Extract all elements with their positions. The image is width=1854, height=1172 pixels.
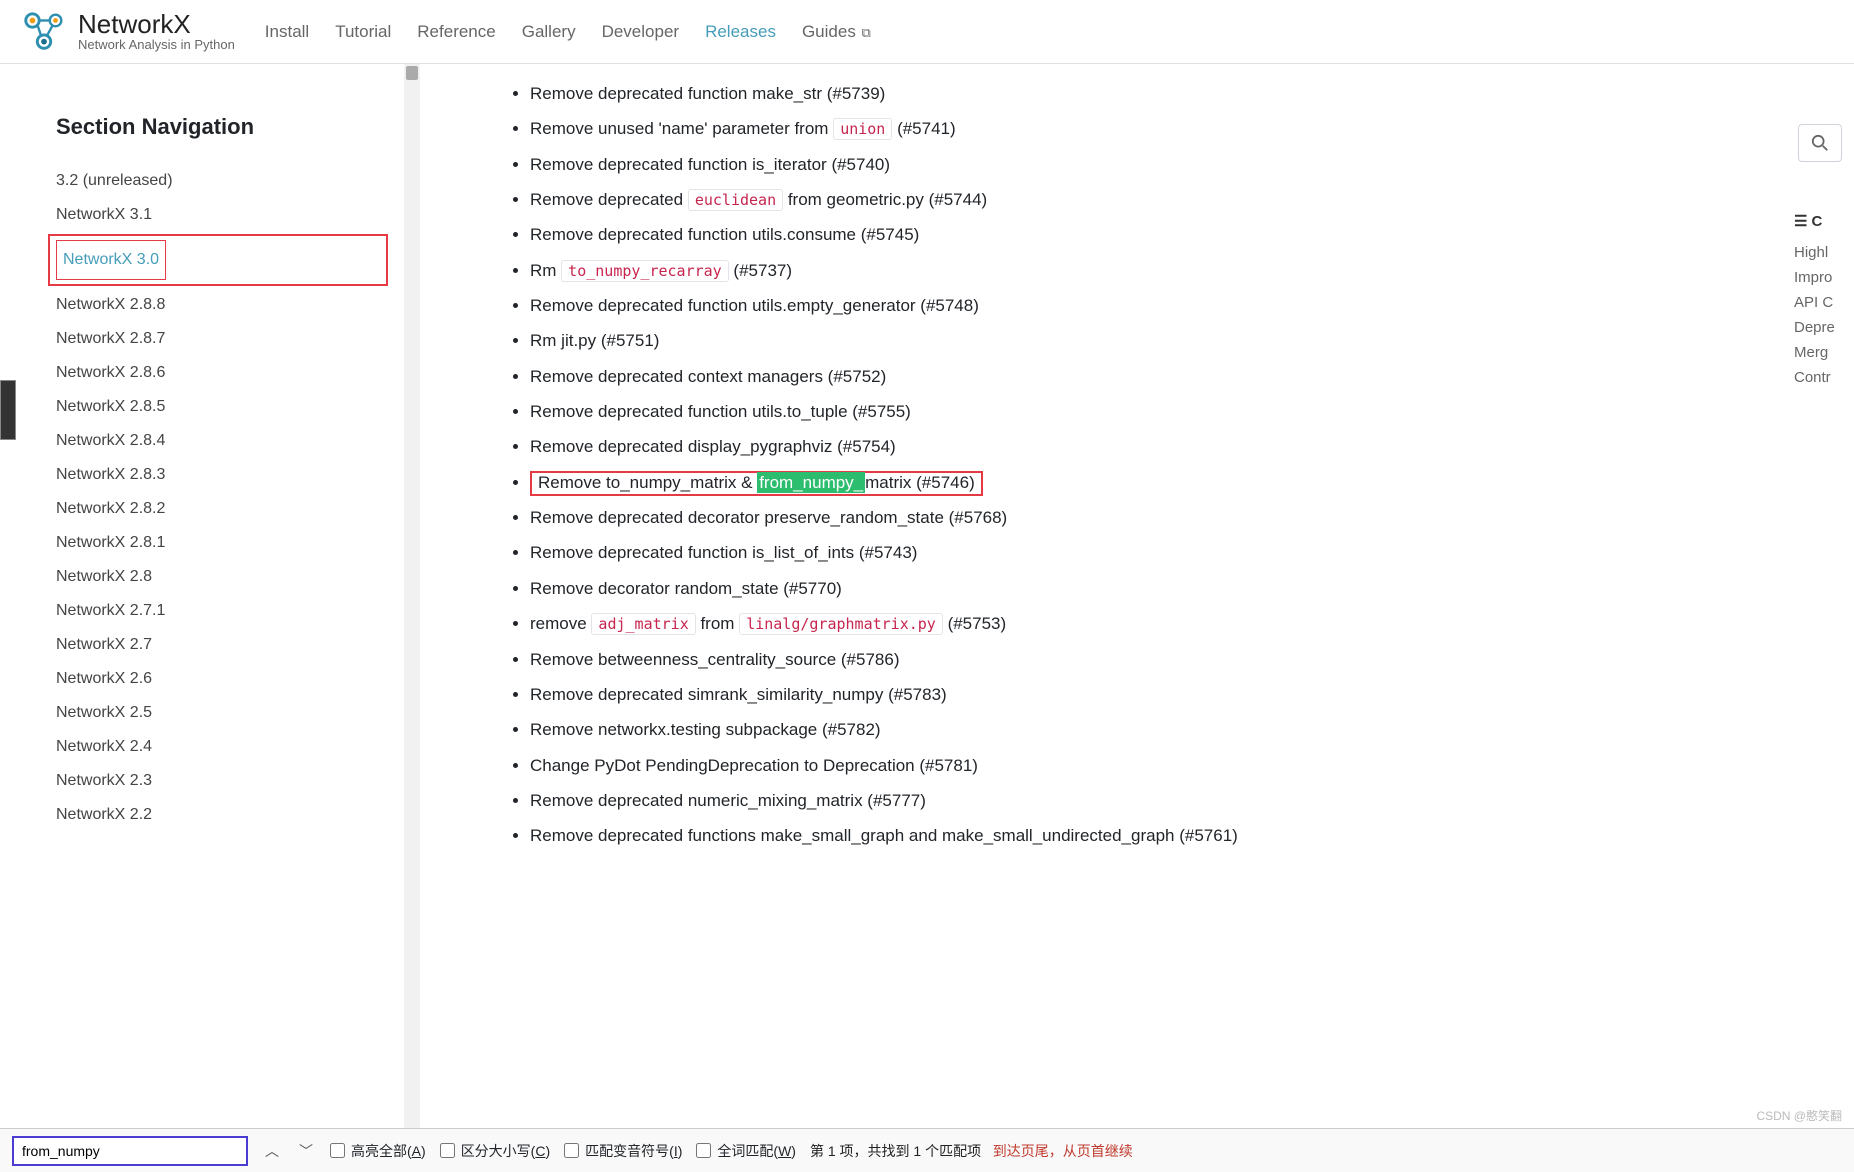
sidebar-item[interactable]: NetworkX 3.0 xyxy=(63,243,159,277)
nav-tutorial[interactable]: Tutorial xyxy=(335,22,391,42)
find-input[interactable] xyxy=(12,1136,248,1166)
release-note-item: Remove deprecated function make_str (#57… xyxy=(530,81,1750,107)
header: NetworkX Network Analysis in Python Inst… xyxy=(0,0,1854,64)
whole-words-checkbox[interactable]: 全词匹配(W) xyxy=(696,1141,796,1161)
networkx-logo-icon xyxy=(20,8,68,56)
match-diacritics-checkbox[interactable]: 匹配变音符号(I) xyxy=(564,1141,682,1161)
nav-install[interactable]: Install xyxy=(265,22,309,42)
sidebar-item[interactable]: NetworkX 2.4 xyxy=(56,730,380,764)
toc-item[interactable]: Merg xyxy=(1794,340,1854,365)
release-note-item: Remove deprecated function utils.empty_g… xyxy=(530,293,1750,319)
toc-item[interactable]: Highl xyxy=(1794,240,1854,265)
release-note-item: Remove deprecated decorator preserve_ran… xyxy=(530,505,1750,531)
release-note-item: Change PyDot PendingDeprecation to Depre… xyxy=(530,753,1750,779)
sidebar-item[interactable]: NetworkX 2.7.1 xyxy=(56,594,380,628)
release-note-item: Remove deprecated function utils.to_tupl… xyxy=(530,399,1750,425)
sidebar-item[interactable]: NetworkX 3.1 xyxy=(56,198,380,232)
main-content: Remove deprecated function make_str (#57… xyxy=(420,64,1790,1128)
sidebar-item[interactable]: NetworkX 2.8.3 xyxy=(56,458,380,492)
sidebar-item[interactable]: NetworkX 2.8.1 xyxy=(56,526,380,560)
find-prev-button[interactable]: ︿ xyxy=(262,1141,282,1161)
right-rail: ☰ C HighlImproAPI CDepreMergContr xyxy=(1790,64,1854,1128)
release-note-item: Remove deprecated function is_list_of_in… xyxy=(530,540,1750,566)
brand-name: NetworkX xyxy=(78,11,235,37)
search-button[interactable] xyxy=(1798,124,1842,162)
sidebar-item[interactable]: NetworkX 2.8.4 xyxy=(56,424,380,458)
search-icon xyxy=(1811,134,1829,152)
external-link-icon: ⧉ xyxy=(858,25,871,40)
toc-heading: ☰ C xyxy=(1794,212,1854,230)
sidebar-item[interactable]: NetworkX 2.2 xyxy=(56,798,380,832)
release-note-item: Remove decorator random_state (#5770) xyxy=(530,576,1750,602)
sidebar-item[interactable]: NetworkX 2.8 xyxy=(56,560,380,594)
sidebar-item[interactable]: 3.2 (unreleased) xyxy=(56,164,380,198)
watermark: CSDN @憨笑翻 xyxy=(1756,1107,1842,1124)
sidebar: Section Navigation 3.2 (unreleased)Netwo… xyxy=(0,64,420,1128)
toc-item[interactable]: Depre xyxy=(1794,315,1854,340)
section-nav-heading: Section Navigation xyxy=(56,114,380,140)
sidebar-item[interactable]: NetworkX 2.3 xyxy=(56,764,380,798)
highlight-all-checkbox[interactable]: 高亮全部(A) xyxy=(330,1141,426,1161)
release-note-item: Remove deprecated function is_iterator (… xyxy=(530,152,1750,178)
top-nav: Install Tutorial Reference Gallery Devel… xyxy=(265,22,871,42)
nav-releases[interactable]: Releases xyxy=(705,22,776,42)
release-note-item: Remove deprecated numeric_mixing_matrix … xyxy=(530,788,1750,814)
release-note-item: Remove to_numpy_matrix & from_numpy_matr… xyxy=(530,470,1750,496)
sidebar-item[interactable]: NetworkX 2.6 xyxy=(56,662,380,696)
nav-developer[interactable]: Developer xyxy=(602,22,680,42)
sidebar-item[interactable]: NetworkX 2.8.5 xyxy=(56,390,380,424)
release-note-item: Rm jit.py (#5751) xyxy=(530,328,1750,354)
nav-gallery[interactable]: Gallery xyxy=(522,22,576,42)
sidebar-item[interactable]: NetworkX 2.8.6 xyxy=(56,356,380,390)
section-nav-list: 3.2 (unreleased)NetworkX 3.1 NetworkX 3.0… xyxy=(56,164,380,832)
find-bar: ︿ ﹀ 高亮全部(A) 区分大小写(C) 匹配变音符号(I) 全词匹配(W) 第… xyxy=(0,1128,1854,1172)
sidebar-item[interactable]: NetworkX 2.5 xyxy=(56,696,380,730)
release-note-item: Remove unused 'name' parameter from unio… xyxy=(530,116,1750,142)
nav-guides[interactable]: Guides ⧉ xyxy=(802,22,871,42)
toc-item[interactable]: API C xyxy=(1794,290,1854,315)
release-note-item: Remove deprecated simrank_similarity_num… xyxy=(530,682,1750,708)
sidebar-item[interactable]: NetworkX 2.8.7 xyxy=(56,322,380,356)
release-note-item: Remove deprecated functions make_small_g… xyxy=(530,823,1750,849)
release-note-item: Remove betweenness_centrality_source (#5… xyxy=(530,647,1750,673)
release-note-item: Remove deprecated display_pygraphviz (#5… xyxy=(530,434,1750,460)
toc-item[interactable]: Impro xyxy=(1794,265,1854,290)
brand-tagline: Network Analysis in Python xyxy=(78,37,235,52)
release-note-item: Remove networkx.testing subpackage (#578… xyxy=(530,717,1750,743)
docked-widget[interactable] xyxy=(0,380,16,440)
logo-area[interactable]: NetworkX Network Analysis in Python xyxy=(20,8,235,56)
release-note-item: Rm to_numpy_recarray (#5737) xyxy=(530,258,1750,284)
list-icon: ☰ xyxy=(1794,212,1805,230)
release-notes-list: Remove deprecated function make_str (#57… xyxy=(460,81,1750,850)
find-status: 第 1 项，共找到 1 个匹配项 到达页尾，从页首继续 xyxy=(810,1141,1133,1161)
release-note-item: remove adj_matrix from linalg/graphmatri… xyxy=(530,611,1750,637)
toc-list: HighlImproAPI CDepreMergContr xyxy=(1794,240,1854,390)
match-case-checkbox[interactable]: 区分大小写(C) xyxy=(440,1141,550,1161)
release-note-item: Remove deprecated function utils.consume… xyxy=(530,222,1750,248)
sidebar-item[interactable]: NetworkX 2.7 xyxy=(56,628,380,662)
scrollbar-thumb[interactable] xyxy=(406,66,418,80)
release-note-item: Remove deprecated context managers (#575… xyxy=(530,364,1750,390)
sidebar-item[interactable]: NetworkX 2.8.2 xyxy=(56,492,380,526)
sidebar-item[interactable]: NetworkX 2.8.8 xyxy=(56,288,380,322)
find-next-button[interactable]: ﹀ xyxy=(296,1141,316,1161)
toc-item[interactable]: Contr xyxy=(1794,365,1854,390)
release-note-item: Remove deprecated euclidean from geometr… xyxy=(530,187,1750,213)
nav-reference[interactable]: Reference xyxy=(417,22,495,42)
sidebar-scrollbar[interactable] xyxy=(404,64,420,1128)
